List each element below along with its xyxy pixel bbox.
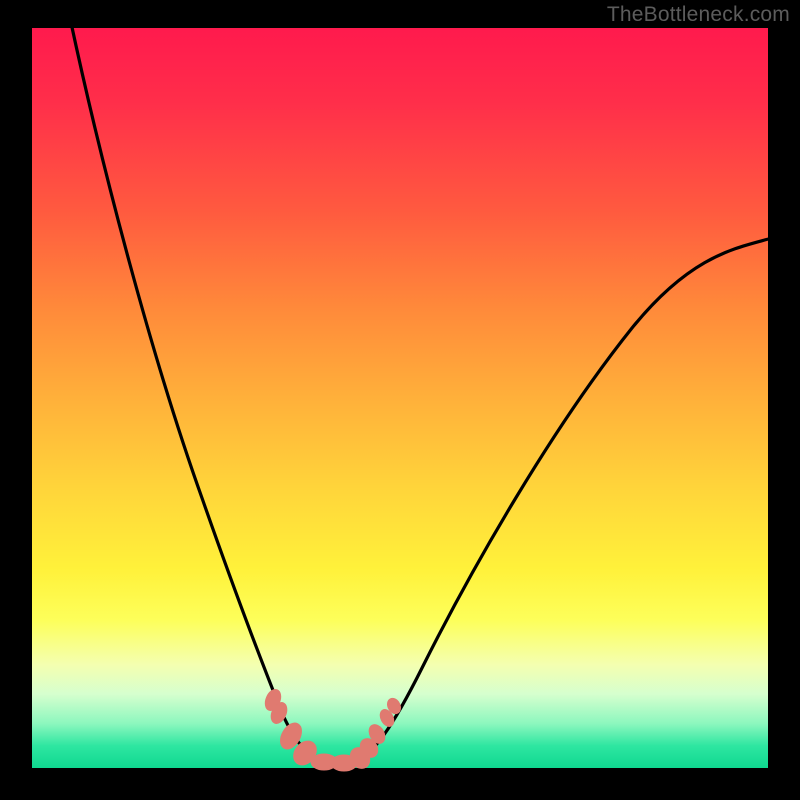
chart-plot-area: [32, 28, 768, 768]
valley-markers: [262, 687, 403, 772]
left-curve: [70, 18, 324, 764]
chart-frame: TheBottleneck.com: [0, 0, 800, 800]
watermark-text: TheBottleneck.com: [607, 3, 790, 27]
right-curve: [354, 238, 772, 764]
chart-svg: [32, 28, 768, 768]
